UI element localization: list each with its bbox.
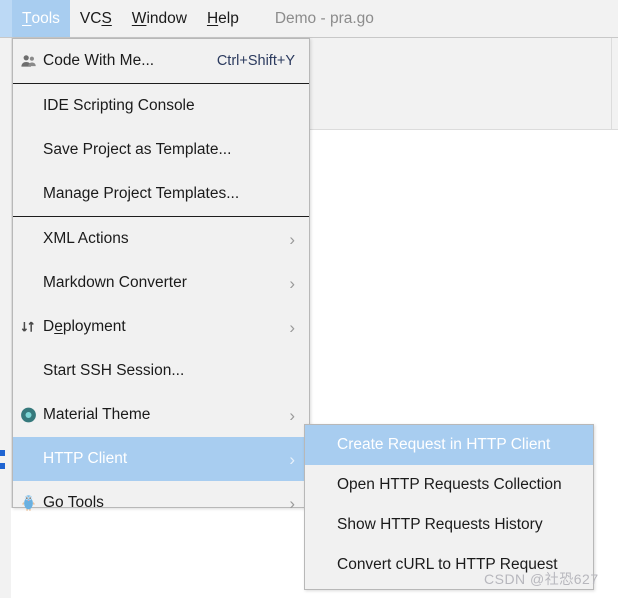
csdn-watermark: CSDN @社恐627 <box>484 571 599 587</box>
menubar-item-help-mnemonic: H <box>206 9 219 27</box>
menu-item-http-client[interactable]: HTTP Client › <box>13 437 309 481</box>
material-theme-icon <box>19 406 38 425</box>
menu-item-manage-project-templates-label: Manage Project Templates... <box>43 185 240 202</box>
gutter-marker-dot-bottom <box>0 463 5 469</box>
menu-item-markdown-converter[interactable]: Markdown Converter › <box>13 261 309 305</box>
ide-window: Tools VC S Window Help Demo - pra.go Cod… <box>0 0 618 598</box>
menubar-item-window-mnemonic: W <box>131 9 147 27</box>
go-gopher-icon <box>19 494 38 513</box>
menu-item-code-with-me-label: Code With Me... <box>43 52 155 69</box>
submenu-item-show-http-requests-history[interactable]: Show HTTP Requests History <box>305 505 593 545</box>
menubar-left-spacer <box>0 0 12 37</box>
chevron-right-icon: › <box>289 229 295 249</box>
submenu-item-create-request-in-http-client-label: Create Request in HTTP Client <box>337 436 551 453</box>
tools-menu-popup: Code With Me... Ctrl+Shift+Y IDE Scripti… <box>12 38 310 512</box>
menu-item-ide-scripting-console[interactable]: IDE Scripting Console <box>13 84 309 128</box>
menubar-item-vcs-mnemonic: S <box>101 9 112 27</box>
menubar-item-tools[interactable]: Tools <box>12 0 70 37</box>
toolbar-right-edge <box>611 38 612 130</box>
menubar-item-window[interactable]: Window <box>122 0 197 37</box>
menu-item-go-tools-label: Go Tools <box>43 494 104 511</box>
menu-item-code-with-me-shortcut: Ctrl+Shift+Y <box>216 53 295 69</box>
menu-item-xml-actions-label: XML Actions <box>43 230 129 247</box>
menu-item-save-project-as-template-label: Save Project as Template... <box>43 141 232 158</box>
menubar-item-window-label: indow <box>146 9 187 27</box>
menubar-item-help[interactable]: Help <box>197 0 249 37</box>
submenu-item-create-request-in-http-client[interactable]: Create Request in HTTP Client <box>305 425 593 465</box>
code-with-me-icon <box>19 52 38 71</box>
submenu-item-open-http-requests-collection-label: Open HTTP Requests Collection <box>337 476 562 493</box>
menu-item-material-theme-label: Material Theme <box>43 406 151 423</box>
menu-item-http-client-label: HTTP Client <box>43 450 128 467</box>
menu-item-ide-scripting-console-label: IDE Scripting Console <box>43 97 195 114</box>
gutter-marker-icon[interactable] <box>0 450 7 470</box>
chevron-right-icon: › <box>289 405 295 425</box>
chevron-right-icon: › <box>289 317 295 337</box>
menubar: Tools VC S Window Help Demo - pra.go <box>0 0 618 37</box>
menu-item-material-theme[interactable]: Material Theme › <box>13 393 309 437</box>
menubar-item-help-label: elp <box>218 9 239 27</box>
menu-item-code-with-me[interactable]: Code With Me... Ctrl+Shift+Y <box>13 39 309 83</box>
menu-item-save-project-as-template[interactable]: Save Project as Template... <box>13 128 309 172</box>
menubar-item-vcs[interactable]: VC S <box>70 0 122 37</box>
menu-item-markdown-converter-label: Markdown Converter <box>43 274 187 291</box>
chevron-right-icon: › <box>289 273 295 293</box>
gutter-marker-dot-top <box>0 450 5 456</box>
menu-item-deployment-label: Deployment <box>43 318 126 335</box>
menu-item-start-ssh-session[interactable]: Start SSH Session... <box>13 349 309 393</box>
submenu-item-show-http-requests-history-label: Show HTTP Requests History <box>337 516 543 533</box>
menubar-item-vcs-label: VC <box>79 9 102 27</box>
menu-item-xml-actions[interactable]: XML Actions › <box>13 217 309 261</box>
menu-item-deployment-mnemonic: e <box>54 318 63 335</box>
menu-item-go-tools[interactable]: Go Tools › <box>13 481 309 525</box>
http-client-submenu-popup: Create Request in HTTP Client Open HTTP … <box>304 424 594 590</box>
menubar-item-tools-mnemonic: T <box>22 9 32 27</box>
menu-item-deployment[interactable]: Deployment › <box>13 305 309 349</box>
chevron-right-icon: › <box>289 493 295 513</box>
deployment-icon <box>19 318 38 337</box>
submenu-item-open-http-requests-collection[interactable]: Open HTTP Requests Collection <box>305 465 593 505</box>
menubar-item-tools-label: ools <box>31 9 60 27</box>
menu-item-start-ssh-session-label: Start SSH Session... <box>43 362 185 379</box>
chevron-right-icon: › <box>289 449 295 469</box>
window-title: Demo - pra.go <box>274 9 374 27</box>
editor-gutter-strip <box>0 38 11 598</box>
menu-item-manage-project-templates[interactable]: Manage Project Templates... <box>13 172 309 216</box>
